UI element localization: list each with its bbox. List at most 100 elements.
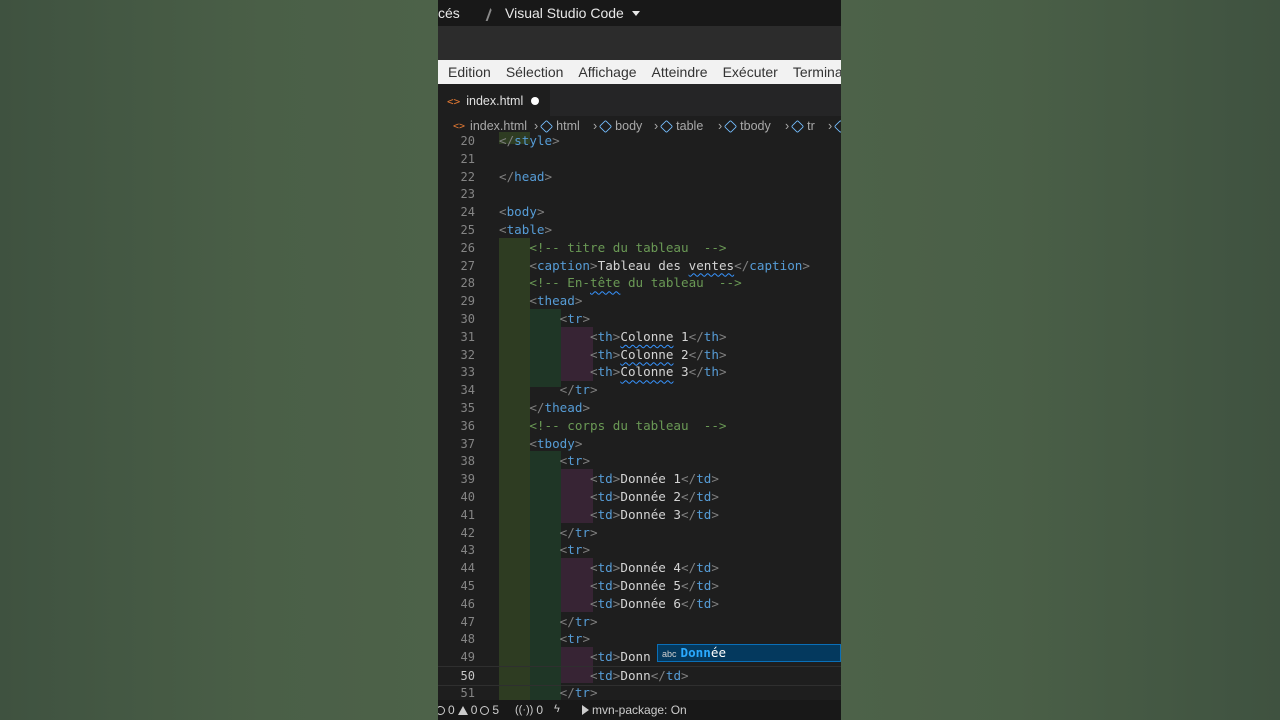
menu-item-terminal[interactable]: Termina: [783, 60, 841, 84]
code-line[interactable]: 22 </head>: [438, 168, 841, 186]
chevron-right-icon: ›: [718, 119, 723, 133]
code-line[interactable]: 39 <td>Donnée 1</td>: [438, 470, 841, 488]
line-number: 32: [460, 347, 475, 362]
code-line[interactable]: 41 <td>Donnée 3</td>: [438, 506, 841, 524]
breadcrumb-label: html: [556, 119, 580, 133]
info-count: 5: [492, 703, 500, 717]
code-line[interactable]: 25 <table>: [438, 221, 841, 239]
code-text: <tr>: [559, 453, 591, 469]
code-line[interactable]: 23: [438, 185, 841, 203]
menu-item-affichage[interactable]: Affichage: [568, 60, 641, 84]
element-symbol-icon: [834, 119, 841, 133]
code-line[interactable]: 42 </tr>: [438, 524, 841, 542]
code-text: <!-- corps du tableau -->: [529, 417, 727, 433]
warning-icon: [457, 705, 468, 715]
chevron-right-icon: ›: [785, 119, 790, 133]
code-text: <caption>Tableau des ventes</caption>: [529, 257, 810, 273]
breadcrumb-html[interactable]: › html: [531, 119, 580, 133]
code-text: <td>Donnée 6</td>: [590, 595, 719, 611]
line-number: 20: [460, 134, 475, 148]
code-line[interactable]: 47 </tr>: [438, 613, 841, 631]
autocomplete-suggestion[interactable]: abc Donnée: [657, 644, 841, 662]
breadcrumb-table[interactable]: › table: [651, 119, 703, 133]
code-line[interactable]: 40 <td>Donnée 2</td>: [438, 488, 841, 506]
line-number: 33: [460, 365, 475, 380]
code-line[interactable]: 33 <th>Colonne 3</th>: [438, 363, 841, 381]
line-number: 37: [460, 436, 475, 451]
suggestion-rest: ée: [710, 645, 727, 660]
html-file-icon: <>: [453, 120, 466, 132]
video-background-right: [841, 0, 1280, 720]
chevron-right-icon: ›: [828, 119, 833, 133]
line-number: 41: [460, 507, 475, 522]
code-line[interactable]: 21: [438, 150, 841, 168]
code-text: <!-- En-tête du tableau -->: [529, 275, 742, 291]
code-line[interactable]: 20 </style>: [438, 132, 841, 150]
chevron-right-icon: ›: [593, 119, 598, 133]
code-text: <td>Donn</td>: [590, 668, 689, 683]
code-line[interactable]: 30 <tr>: [438, 310, 841, 328]
code-editor[interactable]: 20 </style> 21 22 </head> 23 24 <body> 25 <table>…: [438, 132, 841, 700]
code-line[interactable]: 34 </tr>: [438, 381, 841, 399]
code-line[interactable]: 27 <caption>Tableau des ventes</caption>: [438, 257, 841, 275]
code-text: <td>Donnée 2</td>: [590, 489, 719, 504]
unsaved-dot-icon[interactable]: [531, 97, 540, 105]
code-text: <tr>: [559, 311, 591, 326]
breadcrumb-label: body: [615, 119, 643, 133]
code-line[interactable]: 35 </thead>: [438, 399, 841, 417]
code-line[interactable]: 38 <tr>: [438, 452, 841, 470]
code-line[interactable]: 32 <th>Colonne 2</th>: [438, 346, 841, 364]
code-line[interactable]: 28 <!-- En-tête du tableau -->: [438, 274, 841, 292]
video-background-left: [0, 0, 438, 720]
code-line[interactable]: 45 <td>Donnée 5</td>: [438, 577, 841, 595]
code-line[interactable]: 44 <td>Donnée 4</td>: [438, 559, 841, 577]
breadcrumb-file[interactable]: <> index.html: [453, 119, 527, 133]
app-menu[interactable]: Visual Studio Code: [486, 5, 640, 21]
activities-label[interactable]: cés: [438, 5, 460, 21]
menu-item-edition[interactable]: Edition: [438, 60, 496, 84]
code-line[interactable]: 26 <!-- titre du tableau -->: [438, 239, 841, 257]
sync-indicator[interactable]: ϟ: [554, 703, 560, 715]
line-number: 22: [460, 169, 475, 184]
menu-item-atteindre[interactable]: Atteindre: [642, 60, 713, 84]
problems-indicator[interactable]: 0 0 5: [438, 703, 499, 717]
breadcrumb-tbody[interactable]: › tbody: [715, 119, 771, 133]
code-line[interactable]: 43 <tr>: [438, 541, 841, 559]
breadcrumb-body[interactable]: › body: [590, 119, 642, 133]
line-number: 21: [460, 151, 475, 166]
line-number: 27: [460, 258, 475, 273]
code-line[interactable]: 24 <body>: [438, 203, 841, 221]
breadcrumb-tr[interactable]: › tr: [782, 119, 815, 133]
line-number: 49: [460, 650, 475, 665]
code-text: <th>Colonne 1</th>: [590, 328, 727, 344]
line-number: 36: [460, 418, 475, 433]
maven-indicator[interactable]: mvn-package: On: [582, 703, 687, 717]
element-symbol-icon: [599, 119, 613, 133]
ports-count: 0: [536, 703, 544, 717]
ports-indicator[interactable]: ((·)) 0: [515, 703, 543, 717]
code-text: <th>Colonne 3</th>: [590, 364, 727, 380]
broadcast-icon: ((·)): [515, 704, 534, 716]
code-line[interactable]: 36 <!-- corps du tableau -->: [438, 417, 841, 435]
code-text: </style>: [499, 133, 560, 148]
code-text: <td>Donnée 3</td>: [590, 506, 719, 522]
line-number: 40: [460, 490, 475, 504]
breadcrumb-overflow[interactable]: ›: [825, 119, 841, 133]
breadcrumb-label: index.html: [470, 119, 528, 133]
code-text: <tbody>: [529, 435, 583, 451]
code-line[interactable]: 31 <th>Colonne 1</th>: [438, 328, 841, 346]
line-number: 43: [460, 543, 475, 558]
code-text: <thead>: [529, 293, 583, 309]
tab-index-html[interactable]: <> index.html: [438, 84, 550, 117]
code-text: <td>Donnée 1</td>: [590, 471, 719, 487]
breadcrumb-label: table: [676, 119, 704, 133]
lightning-icon: ϟ: [554, 703, 560, 715]
code-line[interactable]: 37 <tbody>: [438, 435, 841, 453]
line-number: 50: [460, 669, 475, 683]
menu-item-selection[interactable]: Sélection: [496, 60, 569, 84]
code-line[interactable]: 29 <thead>: [438, 292, 841, 310]
code-line[interactable]: 46 <td>Donnée 6</td>: [438, 595, 841, 613]
menu-item-executer[interactable]: Exécuter: [713, 60, 783, 84]
code-text: </thead>: [529, 400, 591, 415]
info-icon: [480, 705, 490, 715]
